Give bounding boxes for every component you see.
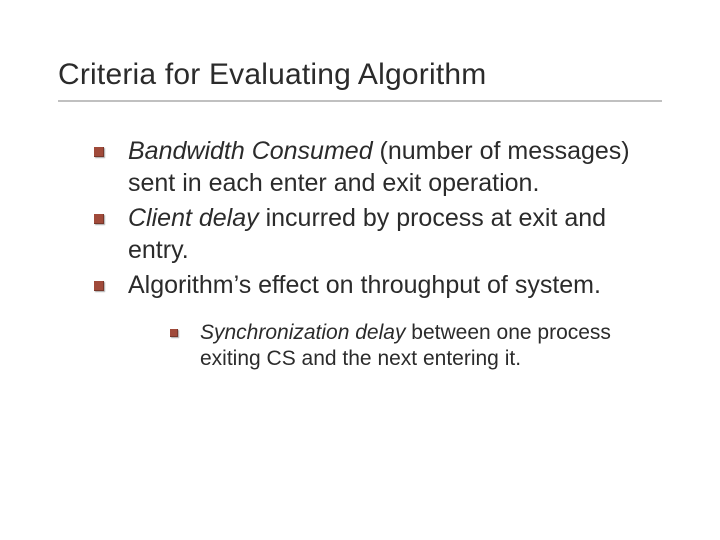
emphasis-text: Synchronization delay	[200, 321, 405, 344]
slide-title: Criteria for Evaluating Algorithm	[58, 58, 662, 92]
emphasis-text: Client delay	[128, 204, 259, 232]
slide: Criteria for Evaluating Algorithm Bandwi…	[0, 0, 720, 540]
list-item: Bandwidth Consumed (number of messages) …	[94, 136, 662, 199]
body-text: Algorithm’s effect on throughput of syst…	[128, 271, 601, 299]
emphasis-text: Bandwidth Consumed	[128, 137, 373, 165]
list-item: Algorithm’s effect on throughput of syst…	[94, 270, 662, 373]
title-underline	[58, 100, 662, 102]
list-item: Client delay incurred by process at exit…	[94, 203, 662, 266]
sub-bullet-list: Synchronization delay between one proces…	[128, 320, 662, 374]
bullet-list: Bandwidth Consumed (number of messages) …	[58, 136, 662, 373]
list-item: Synchronization delay between one proces…	[170, 320, 662, 374]
